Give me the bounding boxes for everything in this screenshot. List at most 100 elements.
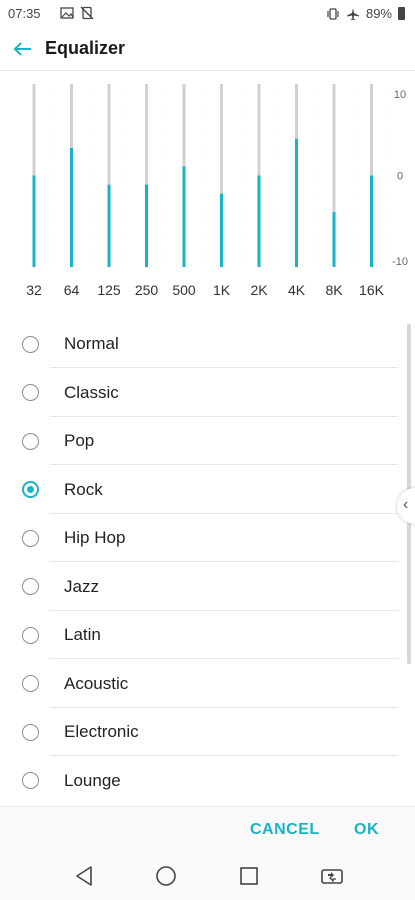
grid-dot xyxy=(276,182,279,184)
grid-dot xyxy=(314,156,317,158)
eq-band-label-16K: 16K xyxy=(359,282,385,298)
grid-dot xyxy=(351,143,354,145)
preset-label: Hip Hop xyxy=(64,528,126,547)
grid-dot xyxy=(126,169,129,171)
grid-dot xyxy=(51,143,54,145)
preset-radio[interactable] xyxy=(22,675,39,692)
preset-item-classic[interactable]: Classic xyxy=(0,369,398,417)
grid-dot xyxy=(314,143,317,145)
grid-dot xyxy=(126,117,129,119)
grid-dot xyxy=(164,247,167,249)
grid-dot xyxy=(314,221,317,223)
grid-dot xyxy=(276,143,279,145)
battery-icon xyxy=(398,7,405,20)
grid-dot xyxy=(351,130,354,132)
cancel-button[interactable]: CANCEL xyxy=(250,821,320,839)
grid-dot xyxy=(239,117,242,119)
preset-radio[interactable] xyxy=(22,723,39,741)
grid-dot xyxy=(389,260,392,262)
grid-dot xyxy=(314,130,317,132)
preset-item-pop[interactable]: Pop xyxy=(0,417,398,465)
arrow-left-icon[interactable] xyxy=(10,36,36,62)
grid-dot xyxy=(276,117,279,119)
grid-dot xyxy=(126,104,129,106)
grid-dot xyxy=(89,247,92,249)
grid-dot xyxy=(314,260,317,262)
preset-label: Lounge xyxy=(64,770,121,790)
dialog-actions: CANCEL OK xyxy=(0,806,415,855)
preset-label: Normal xyxy=(64,334,119,353)
grid-dot xyxy=(126,143,129,145)
grid-dot xyxy=(164,234,167,236)
eq-band-label-500: 500 xyxy=(172,282,196,298)
preset-item-lounge[interactable]: Lounge xyxy=(0,757,398,805)
eq-y-tick-label: 0 xyxy=(397,171,403,183)
eq-band-label-4K: 4K xyxy=(288,282,306,298)
grid-dot xyxy=(89,143,92,145)
grid-dot xyxy=(351,117,354,119)
recents-square-icon[interactable] xyxy=(237,864,261,888)
grid-dot xyxy=(239,234,242,236)
grid-dot xyxy=(201,156,204,158)
preset-item-rock[interactable]: Rock xyxy=(0,466,398,514)
preset-item-electronic[interactable]: Electronic xyxy=(0,708,398,756)
preset-radio[interactable] xyxy=(22,481,39,498)
preset-radio[interactable] xyxy=(22,529,39,547)
grid-dot xyxy=(126,234,129,236)
preset-item-acoustic[interactable]: Acoustic xyxy=(0,660,398,708)
preset-label: Electronic xyxy=(64,722,139,741)
grid-dot xyxy=(276,208,279,210)
dual-window-icon[interactable] xyxy=(320,864,344,888)
grid-dot xyxy=(389,130,392,132)
status-bar: 07:35 89% xyxy=(0,0,415,28)
grid-dot xyxy=(126,247,129,249)
grid-dot xyxy=(126,182,129,184)
grid-dot xyxy=(239,247,242,249)
grid-dot xyxy=(276,169,279,171)
preset-radio[interactable] xyxy=(22,432,39,450)
grid-dot xyxy=(89,117,92,119)
grid-dot xyxy=(389,91,392,93)
grid-dot xyxy=(89,260,92,262)
chevron-left-icon: ‹ xyxy=(403,496,409,513)
preset-item-latin[interactable]: Latin xyxy=(0,611,398,659)
grid-dot xyxy=(201,247,204,249)
eq-y-tick-label: -10 xyxy=(392,256,408,268)
grid-dot xyxy=(351,169,354,171)
grid-dot xyxy=(89,221,92,223)
preset-item-normal[interactable]: Normal xyxy=(0,320,398,368)
ok-button[interactable]: OK xyxy=(354,821,379,839)
preset-radio[interactable] xyxy=(22,626,39,644)
preset-radio[interactable] xyxy=(22,384,39,401)
grid-dot xyxy=(389,117,392,119)
grid-dot xyxy=(51,104,54,106)
preset-radio[interactable] xyxy=(22,772,39,789)
grid-dot xyxy=(51,234,54,236)
grid-dot xyxy=(276,247,279,249)
grid-dot xyxy=(314,117,317,119)
grid-dot xyxy=(314,91,317,93)
vibrate-icon xyxy=(327,7,339,20)
grid-dot xyxy=(239,143,242,145)
back-triangle-icon[interactable] xyxy=(72,864,96,888)
grid-dot xyxy=(51,156,54,158)
status-left-icons xyxy=(60,6,94,20)
preset-radio[interactable] xyxy=(22,578,39,595)
preset-item-hip-hop[interactable]: Hip Hop xyxy=(0,514,398,562)
grid-dot xyxy=(239,182,242,184)
eq-band-label-250: 250 xyxy=(135,282,159,298)
home-circle-icon[interactable] xyxy=(154,864,178,888)
grid-dot xyxy=(389,143,392,145)
preset-item-jazz[interactable]: Jazz xyxy=(0,563,398,611)
grid-dot xyxy=(164,130,167,132)
preset-radio[interactable] xyxy=(22,335,39,353)
grid-dot xyxy=(389,247,392,249)
preset-list: Normal Classic Pop Rock Hip Hop Jazz Latin Acou… xyxy=(0,320,415,806)
status-right: 89% xyxy=(326,6,405,21)
eq-band-label-1K: 1K xyxy=(213,282,231,298)
grid-dot xyxy=(239,260,242,262)
grid-dot xyxy=(89,182,92,184)
eq-band-label-8K: 8K xyxy=(325,282,343,298)
grid-dot xyxy=(389,208,392,210)
grid-dot xyxy=(389,182,392,184)
